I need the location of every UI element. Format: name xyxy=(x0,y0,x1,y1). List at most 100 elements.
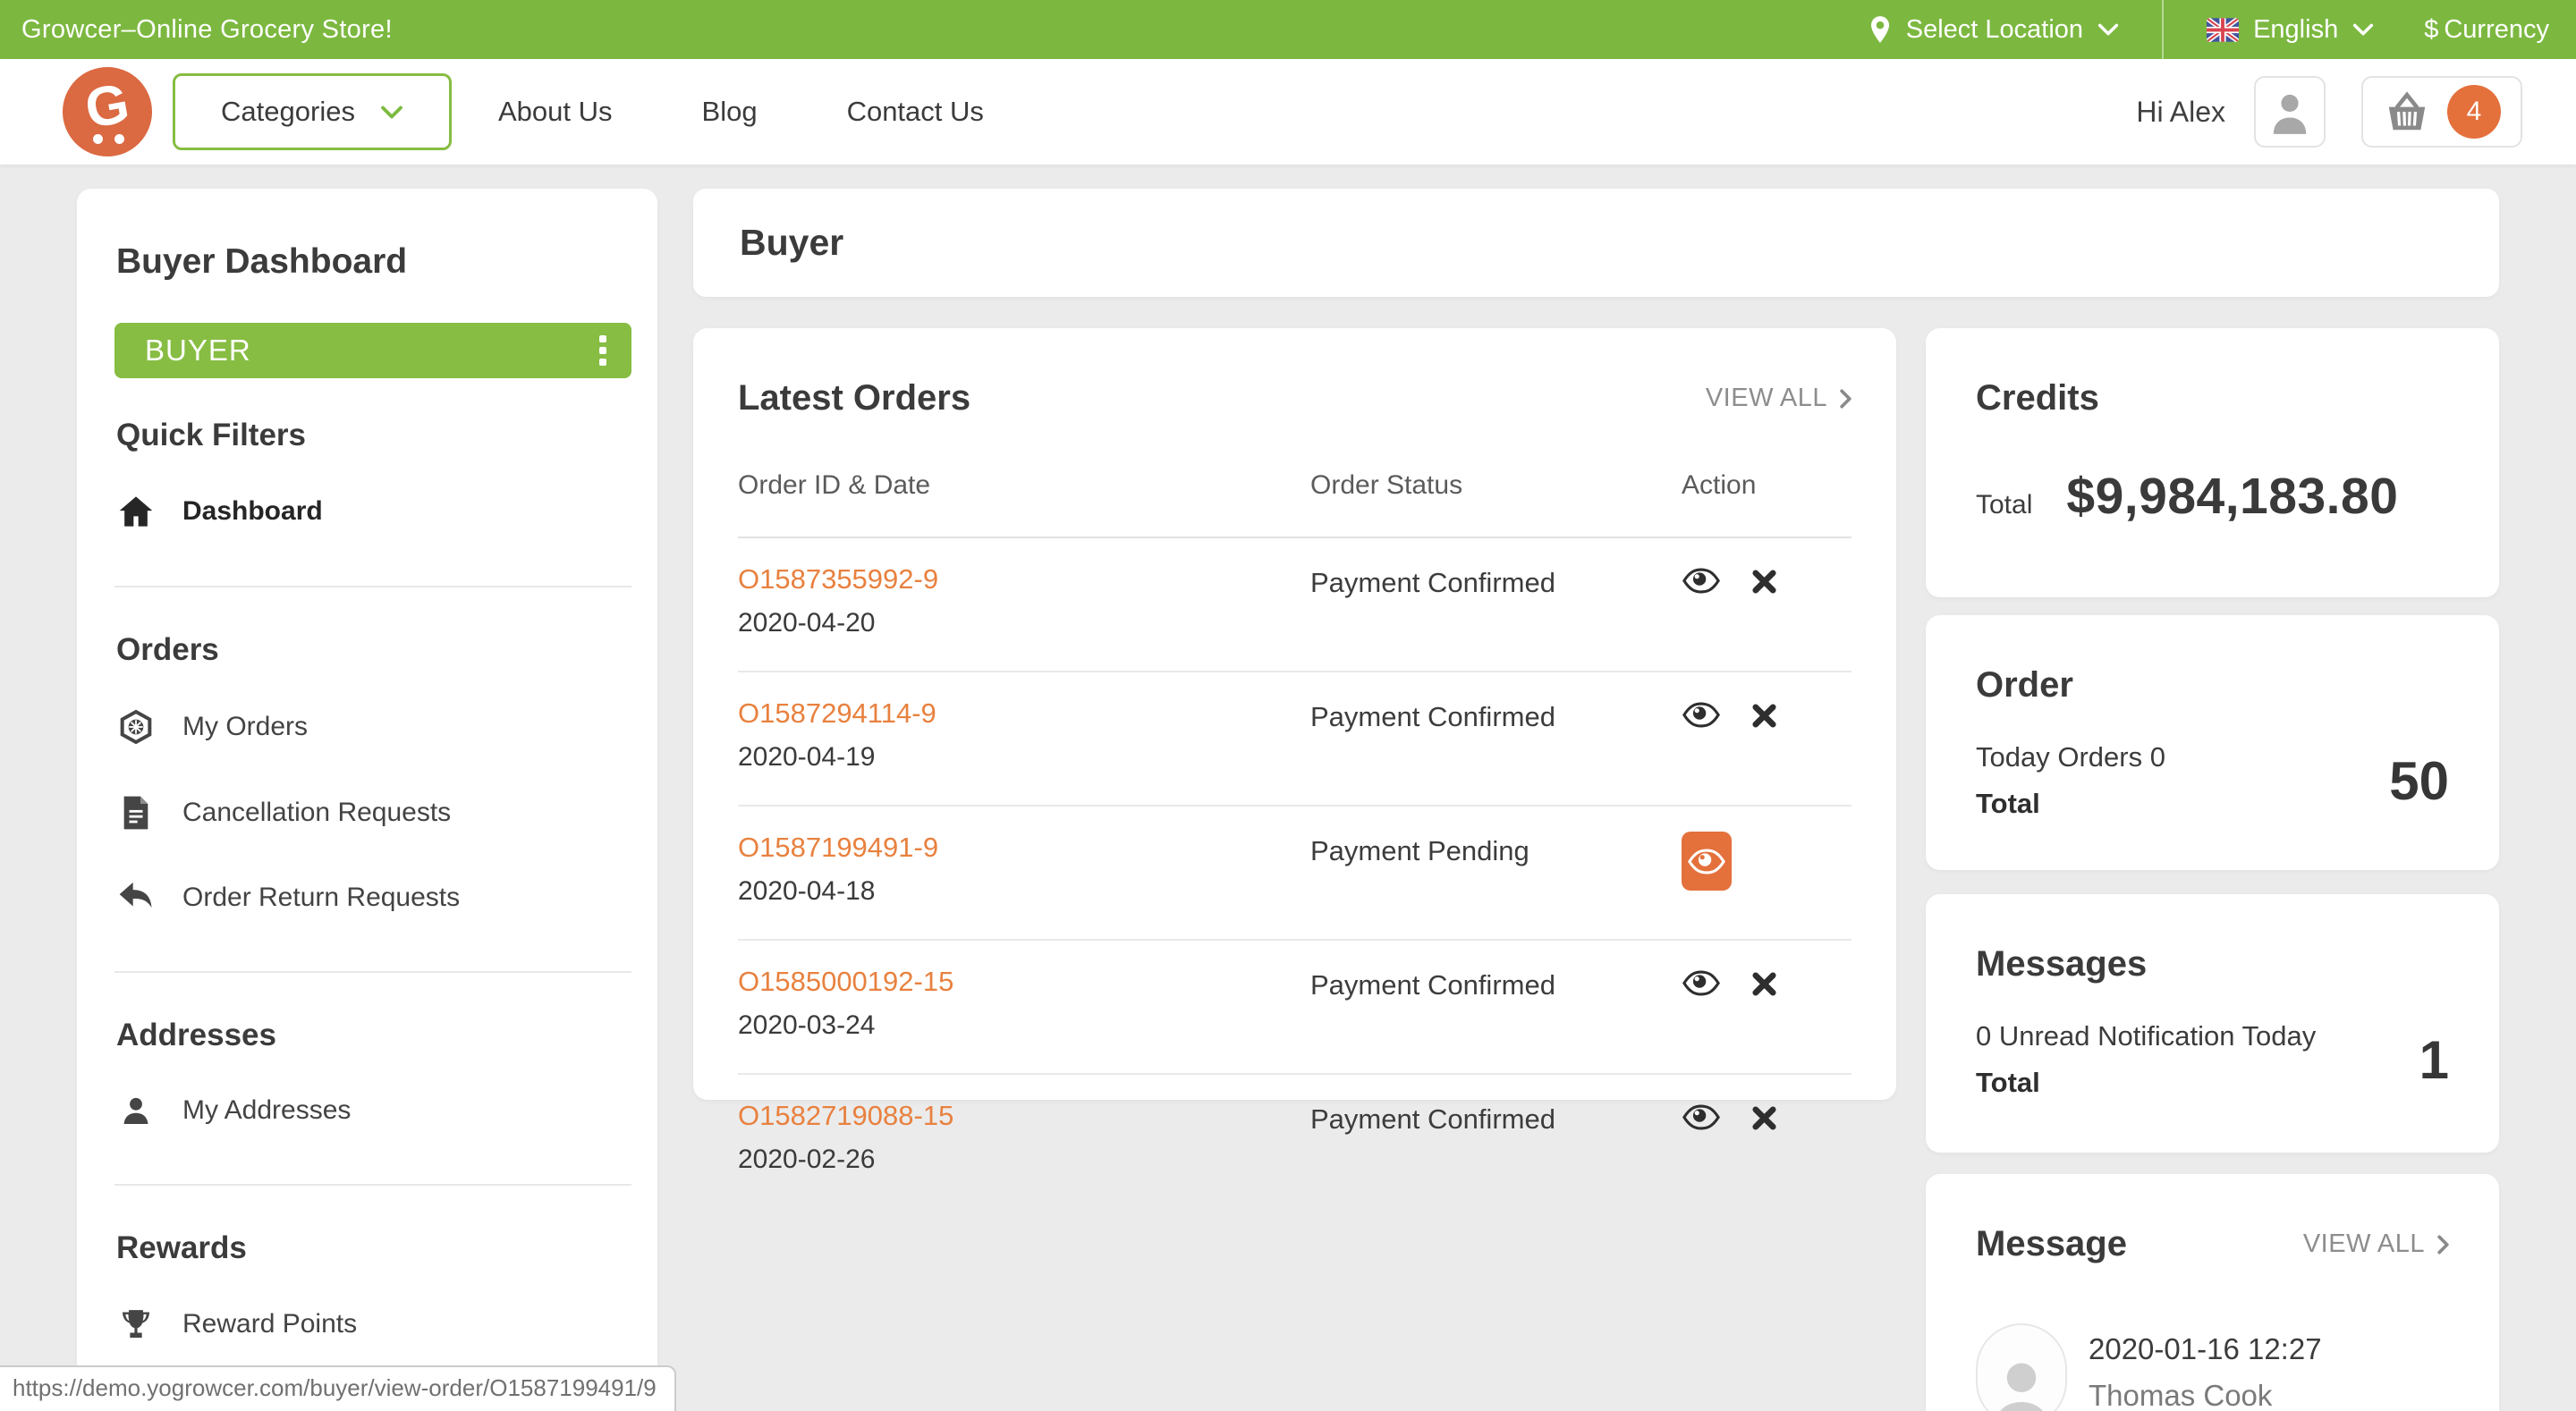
sidebar-section-heading: Orders xyxy=(116,632,631,668)
sidebar-item-label: Dashboard xyxy=(182,496,323,527)
latest-orders-card: Latest Orders VIEW ALL Order ID & Date O… xyxy=(693,328,1896,1100)
order-row: O1587199491-9 2020-04-18 Payment Pending xyxy=(738,807,1852,941)
x-icon xyxy=(1751,703,1777,729)
order-date: 2020-04-19 xyxy=(738,742,1310,773)
order-row: O1585000192-15 2020-03-24 Payment Confir… xyxy=(738,941,1852,1075)
eye-icon xyxy=(1682,701,1721,729)
cancel-order-button[interactable] xyxy=(1751,569,1777,595)
site-header: G Categories About Us Blog Contact Us Hi… xyxy=(0,59,2576,165)
cancel-order-button[interactable] xyxy=(1751,971,1777,997)
view-order-button[interactable] xyxy=(1682,1103,1721,1131)
order-status: Payment Pending xyxy=(1310,832,1682,867)
cancel-order-button[interactable] xyxy=(1751,1105,1777,1131)
cart-count-badge: 4 xyxy=(2447,85,2501,139)
unread-notifications-label: 0 Unread Notification Today xyxy=(1976,1020,2316,1052)
main-nav: About Us Blog Contact Us xyxy=(498,96,984,128)
user-greeting: Hi Alex xyxy=(2136,96,2225,129)
logo-letter: G xyxy=(80,72,134,141)
view-order-button[interactable] xyxy=(1682,969,1721,997)
chevron-right-icon xyxy=(1840,389,1852,409)
column-order-status: Order Status xyxy=(1310,470,1682,501)
orders-total-value: 50 xyxy=(2389,750,2449,812)
select-location-label: Select Location xyxy=(1906,15,2083,45)
credits-total-label: Total xyxy=(1976,490,2032,520)
message-time: 2020-01-16 12:27 xyxy=(2089,1332,2322,1366)
nav-about-us[interactable]: About Us xyxy=(498,96,613,128)
chevron-right-icon xyxy=(2437,1235,2449,1255)
uk-flag-icon xyxy=(2207,18,2239,42)
select-location-dropdown[interactable]: Select Location xyxy=(1868,15,2119,45)
basket-icon xyxy=(2383,91,2431,132)
sidebar-item[interactable]: Order Return Requests xyxy=(116,881,631,914)
latest-orders-title: Latest Orders xyxy=(738,378,970,418)
sidebar-item-label: My Addresses xyxy=(182,1095,351,1126)
page-content: Buyer Dashboard BUYER Quick Filters Dash… xyxy=(0,165,2576,1411)
role-switch-button[interactable]: BUYER xyxy=(114,323,631,378)
sidebar-item-label: Order Return Requests xyxy=(182,883,460,913)
sidebar-item-label: Reward Points xyxy=(182,1309,357,1339)
orders-icon xyxy=(116,709,156,745)
link-preview-url: https://demo.yogrowcer.com/buyer/view-or… xyxy=(13,1374,657,1401)
message-list-item[interactable]: 2020-01-16 12:27 Thomas Cook xyxy=(1976,1323,2449,1411)
categories-button[interactable]: Categories xyxy=(173,73,452,150)
store-title: Growcer–Online Grocery Store! xyxy=(21,15,1868,45)
cancel-order-button[interactable] xyxy=(1751,703,1777,729)
kebab-menu-icon xyxy=(599,335,606,366)
logo-wheel-icon xyxy=(114,134,124,144)
map-pin-icon xyxy=(1868,15,1892,44)
nav-blog[interactable]: Blog xyxy=(702,96,758,128)
view-all-messages-link[interactable]: VIEW ALL xyxy=(2303,1229,2449,1259)
credits-total-value: $9,984,183.80 xyxy=(2066,467,2398,526)
user-avatar-icon xyxy=(2269,89,2310,134)
order-date: 2020-04-20 xyxy=(738,608,1310,638)
sidebar-item[interactable]: Cancellation Requests xyxy=(116,795,631,831)
currency-selector[interactable]: $ Currency xyxy=(2424,15,2549,45)
eye-icon xyxy=(1687,848,1726,875)
view-order-button[interactable] xyxy=(1682,832,1732,891)
page-title-card: Buyer xyxy=(693,189,2499,297)
order-date: 2020-03-24 xyxy=(738,1010,1310,1041)
messages-total-value: 1 xyxy=(2419,1029,2449,1091)
orders-total-label: Total xyxy=(1976,788,2165,820)
view-all-orders-link[interactable]: VIEW ALL xyxy=(1706,384,1852,413)
language-dropdown[interactable]: English xyxy=(2207,15,2374,45)
credits-card: Credits Total $9,984,183.80 xyxy=(1926,328,2499,597)
order-id-link[interactable]: O1587294114-9 xyxy=(738,697,936,730)
eye-icon xyxy=(1682,969,1721,997)
top-announcement-bar: Growcer–Online Grocery Store! Select Loc… xyxy=(0,0,2576,59)
categories-label: Categories xyxy=(221,96,355,128)
sidebar-item-label: My Orders xyxy=(182,712,308,742)
order-id-link[interactable]: O1587355992-9 xyxy=(738,563,938,596)
currency-label: Currency xyxy=(2444,15,2549,45)
today-orders-label: Today Orders 0 xyxy=(1976,741,2165,773)
sidebar-section-heading: Addresses xyxy=(116,1018,631,1053)
person-icon xyxy=(116,1094,156,1127)
cart-button[interactable]: 4 xyxy=(2361,76,2522,148)
chevron-down-icon xyxy=(2097,23,2119,36)
topbar-divider xyxy=(2162,0,2164,59)
sidebar-item[interactable]: My Orders xyxy=(116,709,631,745)
order-stats-title: Order xyxy=(1976,665,2073,706)
language-label: English xyxy=(2253,15,2338,45)
sidebar-item[interactable]: Dashboard xyxy=(116,494,631,528)
view-order-button[interactable] xyxy=(1682,701,1721,729)
document-icon xyxy=(116,795,156,831)
order-id-link[interactable]: O1582719088-15 xyxy=(738,1100,953,1132)
buyer-sidebar: Buyer Dashboard BUYER Quick Filters Dash… xyxy=(77,189,657,1411)
order-id-link[interactable]: O1587199491-9 xyxy=(738,832,938,864)
view-order-button[interactable] xyxy=(1682,567,1721,595)
x-icon xyxy=(1751,569,1777,595)
chevron-down-icon xyxy=(380,106,403,119)
account-button[interactable] xyxy=(2254,76,2326,148)
sidebar-section-quick-filters: Quick Filters Dashboard xyxy=(114,378,631,587)
sidebar-title: Buyer Dashboard xyxy=(116,242,631,282)
sidebar-item[interactable]: My Addresses xyxy=(116,1094,631,1127)
sidebar-item[interactable]: Reward Points xyxy=(116,1307,631,1341)
growcer-logo[interactable]: G xyxy=(63,67,152,156)
order-id-link[interactable]: O1585000192-15 xyxy=(738,966,953,998)
column-action: Action xyxy=(1682,470,1852,501)
orders-table-header: Order ID & Date Order Status Action xyxy=(738,470,1852,538)
nav-contact-us[interactable]: Contact Us xyxy=(847,96,984,128)
order-status: Payment Confirmed xyxy=(1310,966,1682,1001)
eye-icon xyxy=(1682,567,1721,595)
